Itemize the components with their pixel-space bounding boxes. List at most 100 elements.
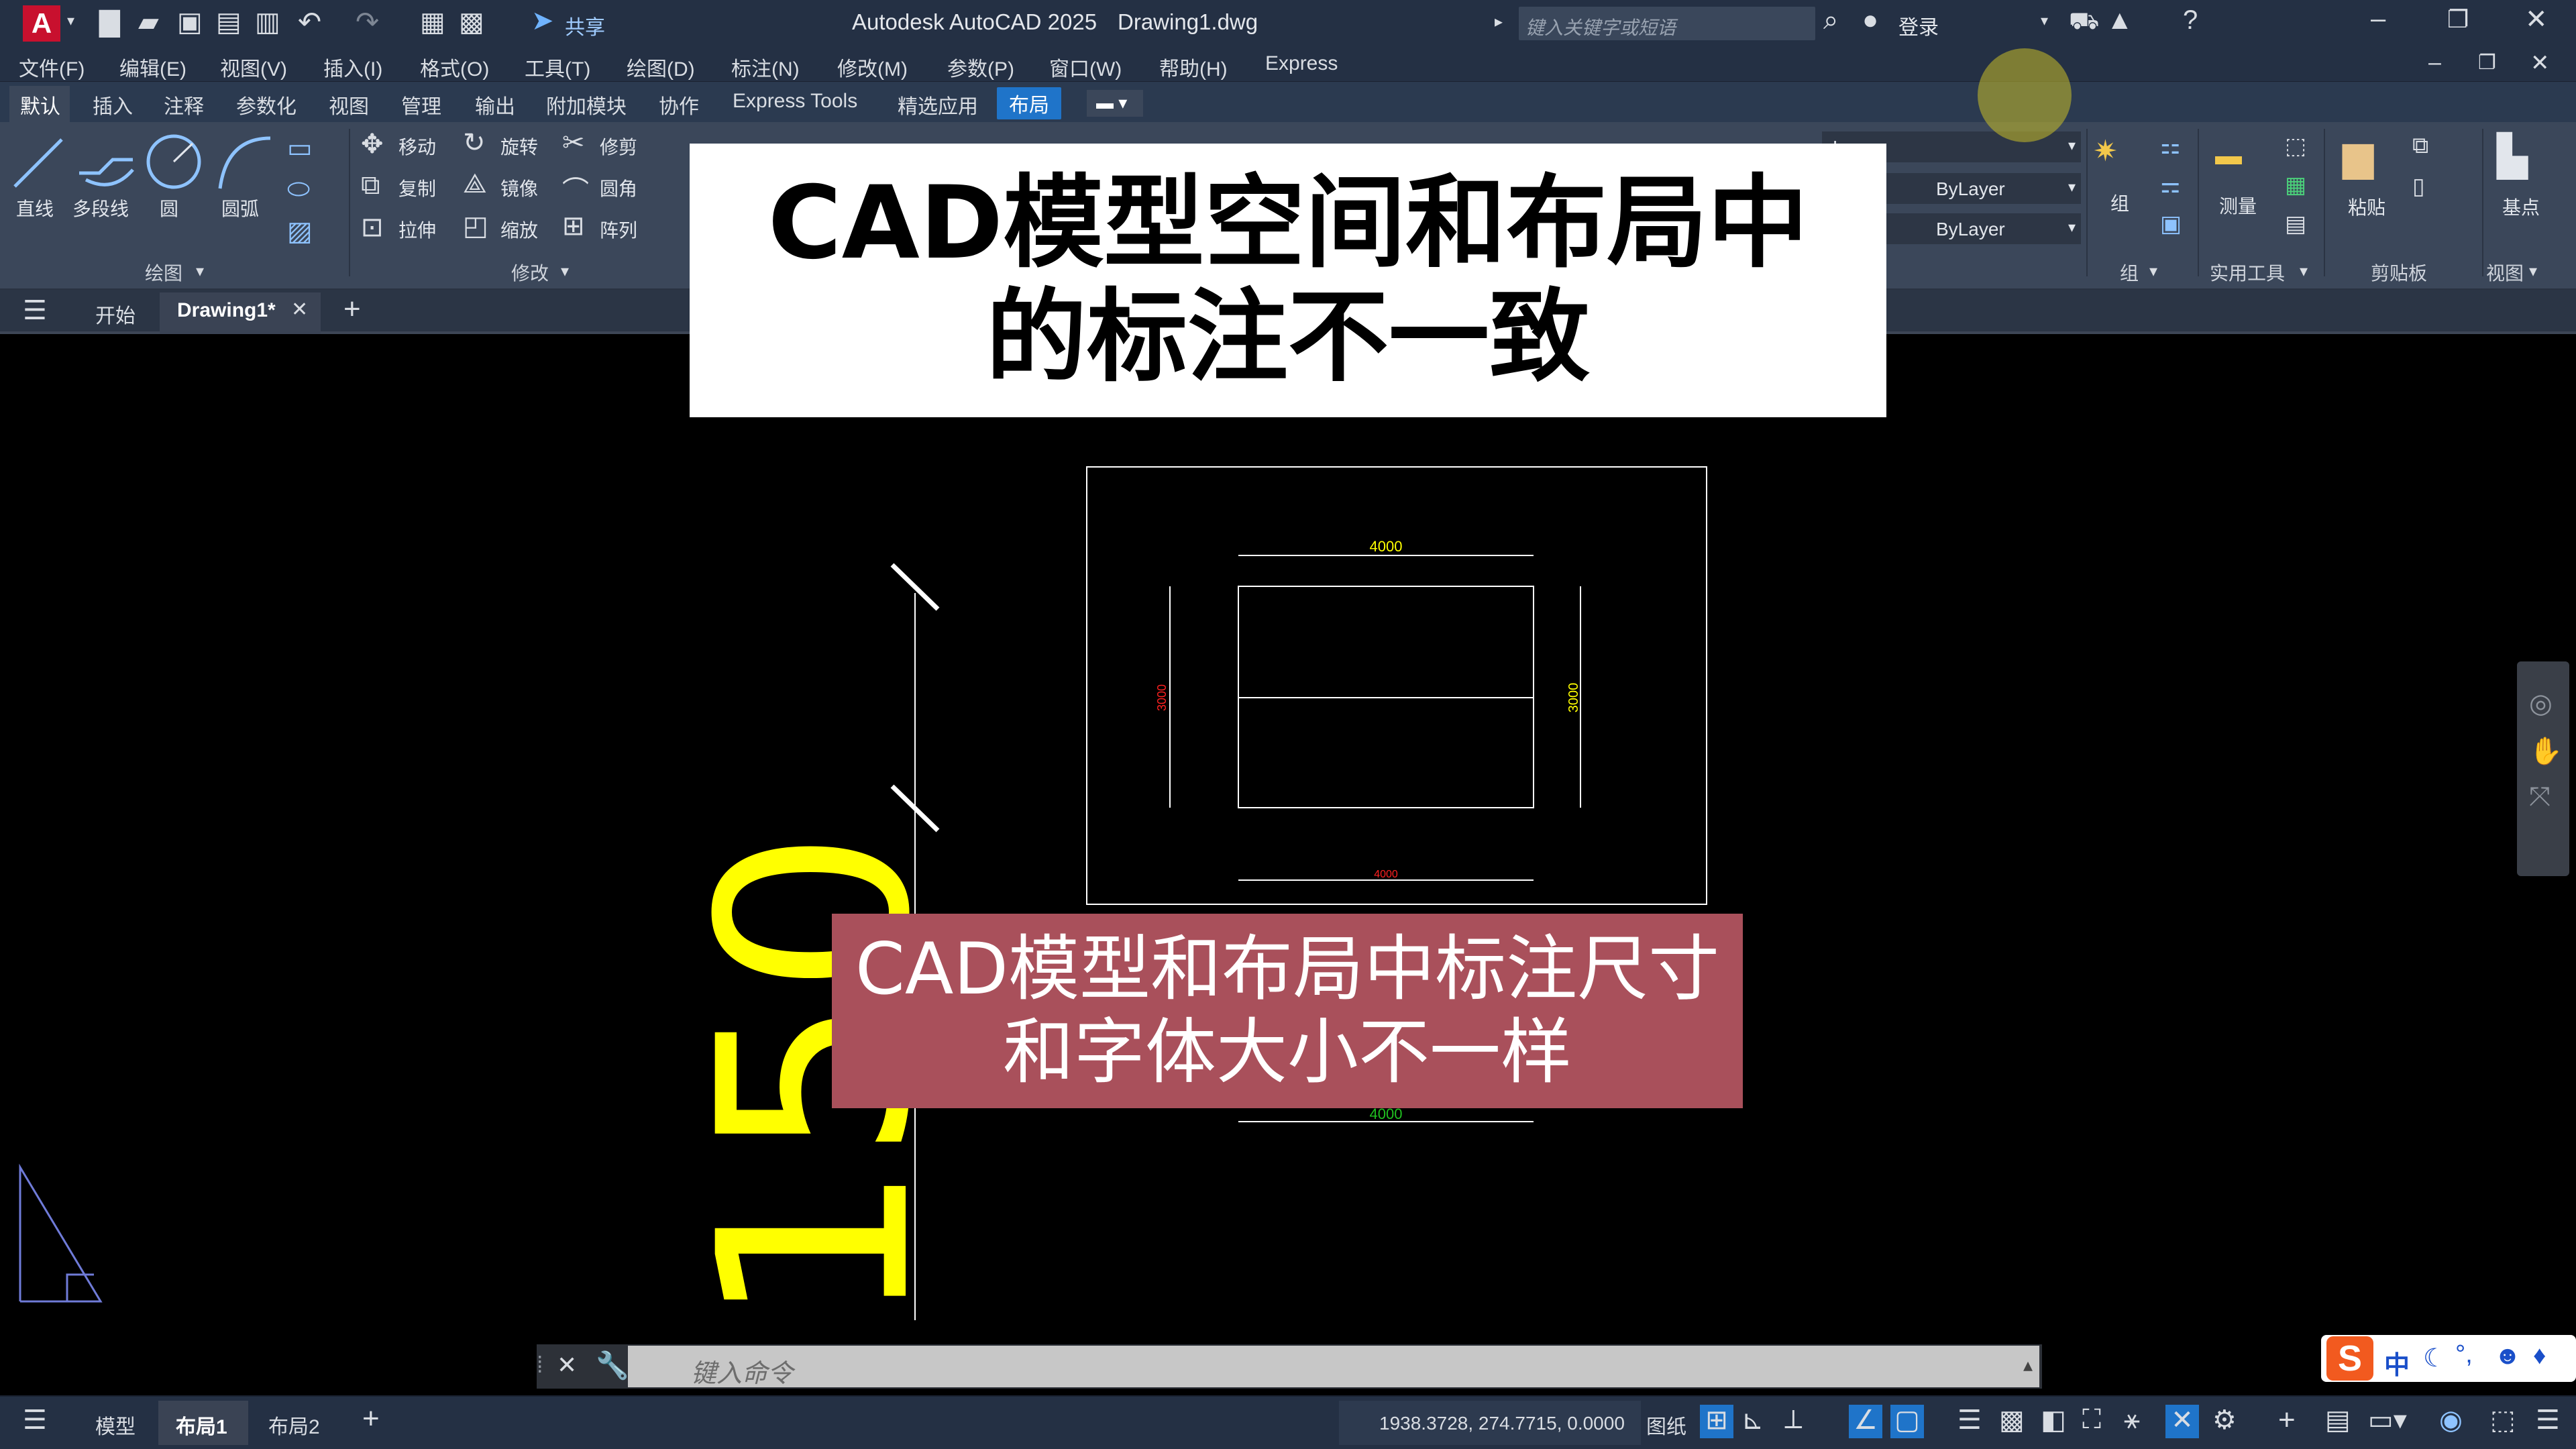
save-disk-icon[interactable]: ▦: [420, 7, 445, 38]
save-icon[interactable]: ▣: [177, 7, 203, 38]
menu-window[interactable]: 窗口(W): [1049, 52, 1122, 82]
app-logo[interactable]: A: [23, 5, 60, 42]
draw-panel-title[interactable]: 绘图: [145, 259, 182, 286]
circle-tool-label[interactable]: 圆: [160, 195, 178, 221]
menu-icon[interactable]: ☰: [23, 295, 47, 326]
undo-icon[interactable]: ↶: [298, 5, 321, 38]
copy-base-icon[interactable]: ▯: [2412, 173, 2425, 200]
paper-space-toggle[interactable]: 图纸: [1646, 1410, 1686, 1440]
menu-tools[interactable]: 工具(T): [525, 52, 590, 82]
ime-toolbar[interactable]: S 中 ☾ °, ☻ ♦: [2321, 1335, 2576, 1382]
annotation-scale-icon[interactable]: ⚹: [2124, 1405, 2140, 1435]
tab-collaborate[interactable]: 协作: [659, 90, 699, 119]
modify-panel-title[interactable]: 修改: [511, 259, 549, 286]
utilities-panel-title[interactable]: 实用工具: [2210, 259, 2285, 286]
doc-restore-icon[interactable]: ❐: [2478, 51, 2496, 74]
polyline-tool-label[interactable]: 多段线: [72, 195, 129, 221]
quick-select-icon[interactable]: ⬚: [2285, 133, 2306, 160]
chevron-down-icon[interactable]: ▾: [2149, 262, 2157, 281]
osnap-icon[interactable]: ▢: [1890, 1405, 1924, 1438]
color-dropdown[interactable]: ByLayer ▾: [1886, 173, 2081, 204]
tab-parametric[interactable]: 参数化: [236, 90, 297, 119]
gear-icon[interactable]: ⚙: [2212, 1405, 2237, 1436]
command-input[interactable]: 键入命令 ▴: [628, 1346, 2039, 1388]
tab-annotate[interactable]: 注释: [164, 90, 204, 119]
scale-icon[interactable]: ◰: [463, 211, 488, 241]
copy-tool[interactable]: 复制: [398, 174, 436, 201]
add-tab-icon[interactable]: +: [343, 292, 361, 326]
menu-draw[interactable]: 绘图(D): [627, 52, 695, 82]
trim-icon[interactable]: ✂: [562, 127, 585, 158]
ribbon-toggle-button[interactable]: ▬ ▾: [1087, 90, 1143, 117]
drawing-canvas[interactable]: 4000 3000 3000 4000 4000 150 ◎ ✋ ⤧: [0, 48, 2576, 1342]
chevron-down-icon[interactable]: ▾: [196, 262, 204, 281]
fillet-icon[interactable]: ⌒: [562, 169, 589, 208]
customize-menu-icon[interactable]: ☰: [2536, 1405, 2560, 1436]
workspace-icon[interactable]: ▭▾: [2368, 1405, 2407, 1436]
menu-icon[interactable]: ☰: [23, 1405, 47, 1436]
arc-icon[interactable]: [213, 131, 275, 193]
measure-icon[interactable]: ▬: [2215, 141, 2242, 171]
select-all-icon[interactable]: ▦: [2285, 172, 2306, 199]
share-icon[interactable]: ➤: [531, 5, 554, 36]
linetype-dropdown[interactable]: ByLayer ▾: [1886, 213, 2081, 244]
doc-close-icon[interactable]: ✕: [2530, 50, 2550, 76]
group-edit-icon[interactable]: ⚎: [2160, 172, 2180, 199]
menu-dimension[interactable]: 标注(N): [731, 52, 800, 82]
tab-output[interactable]: 输出: [475, 90, 515, 119]
group-tool[interactable]: 组: [2110, 189, 2129, 216]
rectangle-icon[interactable]: ▭: [287, 133, 313, 164]
move-tool[interactable]: 移动: [398, 133, 436, 160]
grid-icon[interactable]: ⊞: [1700, 1405, 1733, 1438]
menu-parametric[interactable]: 参数(P): [947, 52, 1014, 82]
isolate-icon[interactable]: ◉: [2439, 1405, 2463, 1436]
group-panel-title[interactable]: 组: [2120, 259, 2139, 286]
gradient-icon[interactable]: ▨: [287, 216, 313, 247]
chevron-down-icon[interactable]: ▾: [67, 12, 74, 30]
polyline-icon[interactable]: [72, 133, 140, 193]
lineweight-icon[interactable]: ☰: [1957, 1405, 1982, 1436]
menu-format[interactable]: 格式(O): [420, 52, 489, 82]
login-button[interactable]: 登录: [1898, 11, 1939, 40]
arrow-right-icon[interactable]: ▸: [1495, 12, 1503, 32]
add-layout-icon[interactable]: +: [362, 1402, 380, 1436]
tab-manage[interactable]: 管理: [401, 90, 441, 119]
menu-edit[interactable]: 编辑(E): [119, 52, 186, 82]
tab-drawing1[interactable]: Drawing1* ✕: [160, 292, 321, 334]
properties-icon[interactable]: ▤: [2325, 1405, 2351, 1436]
chevron-up-icon[interactable]: ▴: [2023, 1354, 2033, 1376]
zoom-icon[interactable]: ⤧: [2529, 782, 2551, 812]
scale-tool[interactable]: 缩放: [500, 216, 538, 243]
copy-icon[interactable]: ⧉: [361, 170, 380, 201]
search-input[interactable]: 键入关键字或短语: [1519, 7, 1815, 40]
menu-insert[interactable]: 插入(I): [323, 52, 382, 82]
auto-scale-icon[interactable]: ✕: [2165, 1405, 2199, 1438]
trim-tool[interactable]: 修剪: [600, 133, 637, 160]
annotation-monitor-icon[interactable]: ⛶: [2082, 1405, 2101, 1435]
tab-featured-apps[interactable]: 精选应用: [898, 90, 978, 119]
steering-wheel-icon[interactable]: ◎: [2529, 688, 2553, 719]
export-icon[interactable]: ▥: [255, 7, 280, 38]
polar-icon[interactable]: ∠: [1849, 1405, 1882, 1438]
pan-icon[interactable]: ✋: [2529, 735, 2563, 767]
layout-viewport-frame[interactable]: [1086, 466, 1707, 905]
basepoint-tool[interactable]: 基点: [2502, 193, 2540, 220]
close-cmd-icon[interactable]: ✕: [557, 1351, 577, 1379]
tab-layout[interactable]: 布局: [997, 87, 1061, 119]
fullscreen-icon[interactable]: ⬚: [2490, 1405, 2516, 1436]
customize-wrench-icon[interactable]: 🔧: [596, 1350, 629, 1381]
line-icon[interactable]: [8, 133, 68, 193]
rotate-icon[interactable]: ↻: [463, 127, 486, 158]
mirror-icon[interactable]: ⟁: [463, 169, 487, 199]
fillet-tool[interactable]: 圆角: [600, 174, 637, 201]
group-icon[interactable]: ✷: [2093, 134, 2118, 168]
moon-icon[interactable]: ☾: [2423, 1343, 2446, 1373]
emoji-icon[interactable]: ☻: [2494, 1342, 2521, 1371]
search-icon[interactable]: ⌕: [1823, 5, 1838, 36]
print-icon[interactable]: ▩: [459, 7, 484, 38]
menu-file[interactable]: 文件(F): [19, 52, 85, 82]
tab-addins[interactable]: 附加模块: [546, 90, 627, 119]
cart-icon[interactable]: ⛟: [2069, 7, 2099, 38]
menu-modify[interactable]: 修改(M): [837, 52, 908, 82]
paste-icon[interactable]: ▆: [2343, 133, 2373, 180]
